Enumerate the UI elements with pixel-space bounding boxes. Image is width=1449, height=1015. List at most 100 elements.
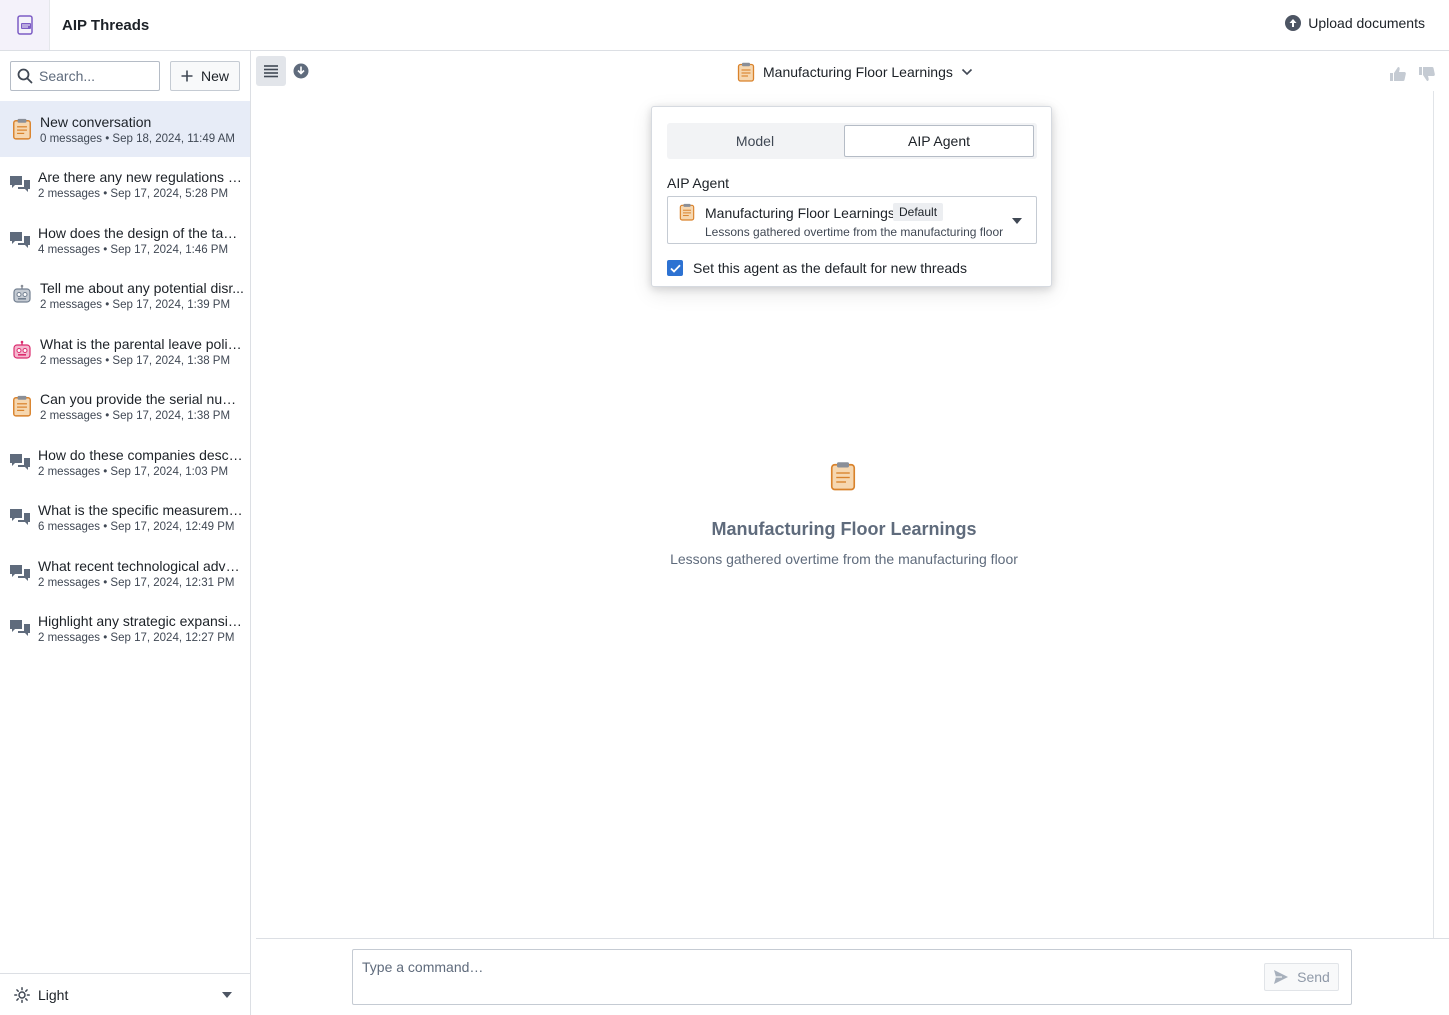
sun-icon — [14, 986, 30, 1003]
robot-gray-icon — [8, 281, 36, 309]
checkmark-icon — [669, 264, 681, 273]
thread-title: What is the specific measuremen... — [38, 502, 244, 519]
thread-text: Can you provide the serial numb... 2 mess… — [40, 390, 246, 422]
tab-model[interactable]: Model — [667, 123, 843, 159]
thread-meta: 2 messages • Sep 17, 2024, 5:28 PM — [38, 188, 229, 201]
new-thread-button[interactable]: New — [170, 61, 240, 91]
search-icon — [17, 68, 33, 84]
empty-state-title: Manufacturing Floor Learnings — [711, 519, 977, 539]
clipboard-icon — [830, 462, 856, 491]
sidebar: New New conversation 0 messages • Sep 18,… — [0, 51, 251, 1015]
thread-item[interactable]: What is the parental leave policy? 2 mess… — [0, 323, 250, 379]
agent-field-label: AIP Agent — [667, 175, 730, 191]
thread-meta: 6 messages • Sep 17, 2024, 12:49 PM — [38, 521, 235, 534]
send-icon — [1274, 970, 1289, 984]
default-agent-checkbox-label: Set this agent as the default for new th… — [693, 260, 967, 276]
composer-divider — [256, 938, 1449, 939]
thread-meta: 0 messages • Sep 18, 2024, 11:49 AM — [40, 132, 235, 145]
app-title: AIP Threads — [62, 16, 150, 34]
agent-selector-toggle[interactable]: Manufacturing Floor Learnings — [737, 61, 973, 83]
thread-item[interactable]: How does the design of the taper ... 4 me… — [0, 212, 250, 268]
chevron-down-icon — [222, 992, 232, 998]
empty-state-description: Lessons gathered overtime from the manuf… — [670, 551, 1018, 567]
command-composer: Send — [352, 949, 1352, 1005]
thread-title: How does the design of the taper ... — [38, 224, 244, 241]
send-label: Send — [1297, 969, 1330, 985]
upload-icon — [1285, 15, 1302, 31]
thread-text: How does the design of the taper ... 4 me… — [38, 224, 244, 256]
upload-label: Upload documents — [1308, 15, 1425, 31]
clipboard-icon — [737, 62, 755, 82]
chat-bubbles-icon — [6, 503, 34, 531]
thread-list: New conversation 0 messages • Sep 18, 202… — [0, 101, 250, 656]
agent-select[interactable]: Manufacturing Floor Learnings Default Le… — [667, 196, 1037, 244]
chat-bubbles-icon — [6, 614, 34, 642]
agent-title: Manufacturing Floor Learnings — [763, 64, 953, 80]
thread-text: Highlight any strategic expansion... 2 me… — [38, 612, 244, 644]
agent-popover: Model AIP Agent AIP Agent Manufacturing … — [651, 106, 1052, 287]
chat-bubbles-icon — [6, 226, 34, 254]
upload-documents-button[interactable]: Upload documents — [1285, 15, 1425, 31]
app-logo[interactable] — [0, 0, 50, 50]
thread-text: Tell me about any potential disr... 2 mes… — [40, 279, 246, 311]
thread-title: New conversation — [40, 113, 152, 130]
default-agent-checkbox-row[interactable]: Set this agent as the default for new th… — [667, 260, 967, 276]
thread-item[interactable]: Highlight any strategic expansion... 2 me… — [0, 601, 250, 657]
new-button-label: New — [200, 68, 229, 84]
search-box[interactable] — [10, 61, 160, 91]
thread-text: How do these companies describ... 2 messa… — [38, 446, 244, 478]
download-button[interactable] — [286, 56, 316, 86]
thread-title: What recent technological advan... — [38, 557, 244, 574]
default-agent-checkbox[interactable] — [667, 260, 683, 276]
thread-meta: 4 messages • Sep 17, 2024, 1:46 PM — [38, 243, 229, 256]
thread-meta: 2 messages • Sep 17, 2024, 12:27 PM — [38, 632, 235, 645]
thread-title: What is the parental leave policy? — [40, 335, 246, 352]
thread-item[interactable]: What recent technological advan... 2 mess… — [0, 545, 250, 601]
thread-text: What recent technological advan... 2 mess… — [38, 557, 244, 589]
app-header: AIP Threads Upload documents — [0, 0, 1449, 51]
thread-item[interactable]: Are there any new regulations ap... 2 mes… — [0, 157, 250, 213]
thread-title: Highlight any strategic expansion... — [38, 613, 244, 630]
chevron-down-icon — [961, 68, 972, 76]
thread-text: Are there any new regulations ap... 2 mes… — [38, 168, 244, 200]
theme-selector[interactable]: Light — [0, 973, 250, 1015]
command-input[interactable] — [362, 959, 1252, 995]
thread-item[interactable]: What is the specific measuremen... 6 mess… — [0, 490, 250, 546]
thread-text: What is the specific measuremen... 6 mess… — [38, 501, 244, 533]
thread-meta: 2 messages • Sep 17, 2024, 1:39 PM — [40, 299, 231, 312]
thread-title: Are there any new regulations ap... — [38, 169, 244, 186]
thread-title: Can you provide the serial numb... — [40, 391, 246, 408]
thread-meta: 2 messages • Sep 17, 2024, 1:03 PM — [38, 465, 229, 478]
toggle-sidebar-button[interactable] — [256, 56, 286, 86]
thread-meta: 2 messages • Sep 17, 2024, 1:38 PM — [40, 410, 231, 423]
list-icon — [264, 65, 278, 78]
chat-bubbles-icon — [6, 448, 34, 476]
thread-item[interactable]: Tell me about any potential disr... 2 mes… — [0, 268, 250, 324]
clipboard-icon — [8, 115, 36, 143]
clipboard-icon — [679, 203, 695, 221]
tab-aip-agent[interactable]: AIP Agent — [844, 125, 1034, 157]
default-badge: Default — [893, 203, 944, 221]
agent-select-name: Manufacturing Floor Learnings — [705, 205, 895, 221]
thread-item[interactable]: New conversation 0 messages • Sep 18, 202… — [0, 101, 250, 157]
agent-select-description: Lessons gathered overtime from the manuf… — [705, 225, 1004, 239]
thread-title: How do these companies describ... — [38, 446, 244, 463]
send-button[interactable]: Send — [1264, 963, 1339, 991]
thread-item[interactable]: How do these companies describ... 2 messa… — [0, 434, 250, 490]
thumbs-down-icon[interactable] — [1418, 65, 1436, 83]
plus-icon — [181, 70, 193, 82]
thumbs-up-icon[interactable] — [1389, 65, 1407, 83]
sidebar-toolbar: New — [0, 51, 250, 101]
chat-bubbles-icon — [6, 559, 34, 587]
search-input[interactable] — [39, 68, 149, 84]
robot-pink-icon — [8, 337, 36, 365]
chat-bubbles-icon — [6, 170, 34, 198]
theme-label: Light — [38, 986, 69, 1003]
scrollbar-track[interactable] — [1433, 91, 1434, 939]
thread-text: What is the parental leave policy? 2 mess… — [40, 335, 246, 367]
caret-down-icon — [1012, 218, 1022, 224]
threads-logo-icon — [16, 15, 33, 35]
thread-item[interactable]: Can you provide the serial numb... 2 mess… — [0, 379, 250, 435]
thread-title: Tell me about any potential disr... — [40, 280, 244, 297]
thread-meta: 2 messages • Sep 17, 2024, 1:38 PM — [40, 354, 231, 367]
